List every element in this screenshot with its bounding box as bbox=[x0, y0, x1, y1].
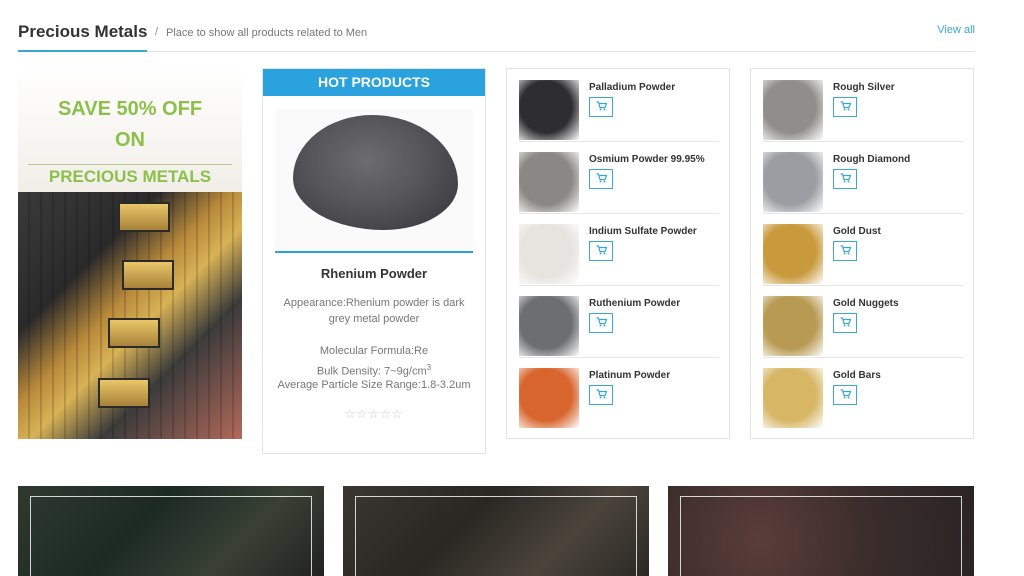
product-name[interactable]: Gold Bars bbox=[833, 370, 881, 381]
add-to-cart-button[interactable] bbox=[833, 169, 857, 189]
category-tile-metal-rods[interactable] bbox=[668, 486, 974, 576]
product-thumbnail[interactable] bbox=[763, 152, 823, 212]
shopping-cart-icon bbox=[596, 242, 607, 260]
add-to-cart-button[interactable] bbox=[589, 313, 613, 333]
star-outline-icon: ☆ bbox=[368, 407, 380, 421]
star-outline-icon: ☆ bbox=[344, 407, 357, 421]
gold-bars-photo bbox=[18, 192, 242, 439]
hot-products-ribbon: HOT PRODUCTS bbox=[263, 69, 485, 96]
product-name[interactable]: Rough Silver bbox=[833, 82, 895, 93]
gold-bar-shape bbox=[98, 378, 150, 408]
add-to-cart-button[interactable] bbox=[589, 385, 613, 405]
product-list-item[interactable]: Palladium Powder bbox=[519, 69, 719, 142]
hot-product-appearance: Appearance:Rhenium powder is dark grey m… bbox=[283, 297, 465, 325]
product-list-item[interactable]: Osmium Powder 99.95% bbox=[519, 141, 719, 214]
product-thumbnail[interactable] bbox=[519, 368, 579, 428]
shopping-cart-icon bbox=[840, 386, 851, 404]
gold-bar-shape bbox=[122, 260, 174, 290]
product-thumbnail[interactable] bbox=[763, 80, 823, 140]
shopping-cart-icon bbox=[840, 170, 851, 188]
tile-frame bbox=[680, 496, 962, 576]
category-tile-electronics[interactable] bbox=[18, 486, 324, 576]
add-to-cart-button[interactable] bbox=[833, 313, 857, 333]
product-list-item[interactable]: Gold Nuggets bbox=[763, 285, 963, 358]
product-list-column-1: Palladium Powder Osmium Powder 99.95% Indi… bbox=[506, 68, 730, 439]
product-thumbnail[interactable] bbox=[519, 80, 579, 140]
shopping-cart-icon bbox=[596, 170, 607, 188]
product-thumbnail[interactable] bbox=[763, 368, 823, 428]
product-list-item[interactable]: Gold Dust bbox=[763, 213, 963, 286]
view-all-link[interactable]: View all bbox=[937, 24, 975, 36]
add-to-cart-button[interactable] bbox=[589, 169, 613, 189]
product-list-item[interactable]: Rough Diamond bbox=[763, 141, 963, 214]
section-header: Precious Metals / Place to show all prod… bbox=[18, 18, 975, 52]
promo-line-1: SAVE 50% OFF bbox=[57, 98, 203, 120]
shopping-cart-icon bbox=[840, 242, 851, 260]
add-to-cart-button[interactable] bbox=[589, 97, 613, 117]
product-thumbnail[interactable] bbox=[763, 224, 823, 284]
promo-line-2: ON bbox=[115, 129, 145, 151]
product-thumbnail[interactable] bbox=[763, 296, 823, 356]
promo-line-3: PRECIOUS METALS bbox=[48, 167, 212, 186]
hot-product-formula: Molecular Formula:Re bbox=[319, 345, 429, 357]
star-outline-icon: ☆ bbox=[356, 407, 369, 421]
shopping-cart-icon bbox=[840, 314, 851, 332]
density-superscript: 3 bbox=[426, 363, 432, 372]
shopping-cart-icon bbox=[840, 98, 851, 116]
hot-product-image[interactable] bbox=[275, 109, 473, 253]
hot-product-name[interactable]: Rhenium Powder bbox=[263, 266, 485, 281]
product-name[interactable]: Ruthenium Powder bbox=[589, 298, 680, 309]
shopping-cart-icon bbox=[596, 386, 607, 404]
section-subtitle: Place to show all products related to Me… bbox=[166, 27, 368, 39]
hot-product-card[interactable]: HOT PRODUCTS Rhenium Powder Appearance:R… bbox=[262, 68, 486, 454]
product-list-item[interactable]: Gold Bars bbox=[763, 357, 963, 429]
tile-frame bbox=[30, 496, 312, 576]
promo-banner[interactable]: SAVE 50% OFF ON PRECIOUS METALS bbox=[18, 68, 242, 439]
promo-divider bbox=[28, 164, 232, 165]
add-to-cart-button[interactable] bbox=[833, 241, 857, 261]
product-thumbnail[interactable] bbox=[519, 152, 579, 212]
product-name[interactable]: Indium Sulfate Powder bbox=[589, 226, 697, 237]
shopping-cart-icon bbox=[596, 314, 607, 332]
breadcrumb-separator: / bbox=[155, 26, 159, 38]
section-title: Precious Metals bbox=[18, 22, 148, 52]
shopping-cart-icon bbox=[596, 98, 607, 116]
product-name[interactable]: Platinum Powder bbox=[589, 370, 670, 381]
product-thumbnail[interactable] bbox=[519, 296, 579, 356]
product-name[interactable]: Gold Dust bbox=[833, 226, 881, 237]
rating-stars: ☆☆☆☆☆ bbox=[263, 407, 485, 421]
product-name[interactable]: Rough Diamond bbox=[833, 154, 910, 165]
product-name[interactable]: Gold Nuggets bbox=[833, 298, 899, 309]
density-text: Bulk Density: 7~9g/cm bbox=[316, 365, 427, 378]
product-list-item[interactable]: Indium Sulfate Powder bbox=[519, 213, 719, 286]
product-list-item[interactable]: Rough Silver bbox=[763, 69, 963, 142]
add-to-cart-button[interactable] bbox=[589, 241, 613, 261]
product-thumbnail[interactable] bbox=[519, 224, 579, 284]
powder-pile-shape bbox=[293, 115, 458, 230]
product-list-item[interactable]: Ruthenium Powder bbox=[519, 285, 719, 358]
add-to-cart-button[interactable] bbox=[833, 385, 857, 405]
product-name[interactable]: Palladium Powder bbox=[589, 82, 675, 93]
tile-frame bbox=[355, 496, 637, 576]
star-outline-icon: ☆ bbox=[391, 407, 404, 421]
product-list-item[interactable]: Platinum Powder bbox=[519, 357, 719, 429]
product-list-column-2: Rough Silver Rough Diamond Gold Dust Gold N… bbox=[750, 68, 974, 439]
star-outline-icon: ☆ bbox=[379, 407, 392, 421]
add-to-cart-button[interactable] bbox=[833, 97, 857, 117]
hot-product-particle-size: Average Particle Size Range:1.8-3.2um bbox=[277, 379, 471, 391]
gold-bar-shape bbox=[118, 202, 170, 232]
category-tile-scrap[interactable] bbox=[343, 486, 649, 576]
product-name[interactable]: Osmium Powder 99.95% bbox=[589, 154, 705, 165]
gold-bar-shape bbox=[108, 318, 160, 348]
